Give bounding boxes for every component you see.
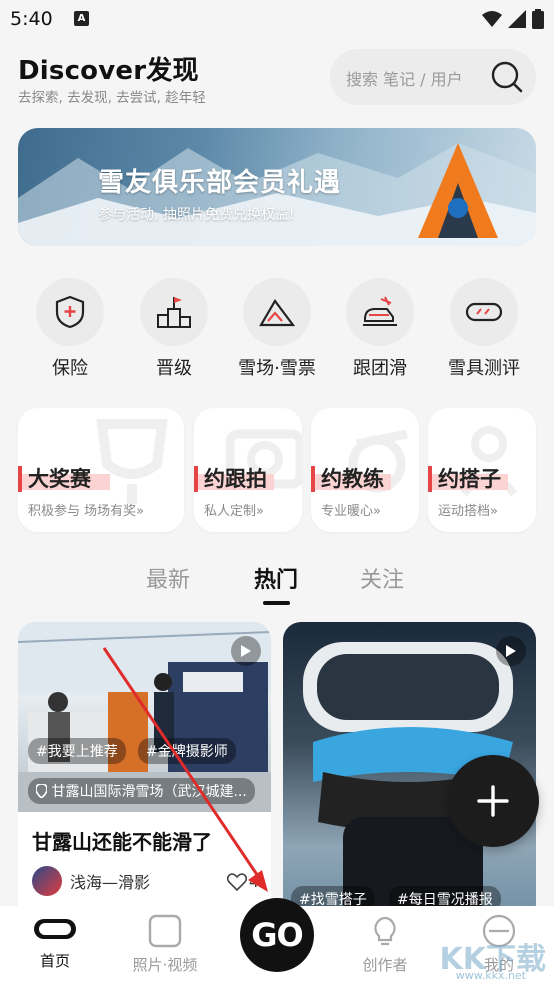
card-subtitle: 专业暖心» <box>321 504 381 519</box>
feature-card-coach[interactable]: 约教练 专业暖心» <box>311 408 419 532</box>
category-label: 雪具测评 <box>448 358 520 379</box>
feature-card-contest[interactable]: 大奖赛 积极参与 场场有奖» <box>18 408 184 532</box>
category-icon-wrap <box>243 278 311 346</box>
banner-subtitle: 参与活动, 抽照片免费兑换权益! <box>98 207 295 223</box>
category-icon-wrap <box>450 278 518 346</box>
category-insurance[interactable]: 保险 <box>18 278 122 380</box>
nav-label: 首页 <box>39 952 70 970</box>
promo-banner[interactable]: 雪友俱乐部会员礼遇 参与活动, 抽照片免费兑换权益! <box>18 128 536 246</box>
page-subtitle: 去探索, 去发现, 去尝试, 趁年轻 <box>18 90 206 106</box>
feature-card-photographer[interactable]: 约跟拍 私人定制» <box>194 408 302 532</box>
location-tag[interactable]: 甘露山国际滑雪场（武汉城建... <box>28 778 255 804</box>
category-label: 保险 <box>52 358 88 379</box>
create-post-button[interactable] <box>447 755 539 847</box>
category-label: 跟团滑 <box>353 358 407 379</box>
mountain-icon <box>259 299 295 327</box>
category-icon-wrap <box>140 278 208 346</box>
card-title: 约搭子 <box>428 466 501 492</box>
status-icons <box>482 9 544 29</box>
category-group-ski[interactable]: 跟团滑 <box>328 278 432 380</box>
feature-card-partner[interactable]: 约搭子 运动搭档» <box>428 408 536 532</box>
category-gear-review[interactable]: 雪具测评 <box>432 278 536 380</box>
wifi-icon <box>482 11 502 27</box>
search-icon[interactable] <box>490 60 524 94</box>
battery-icon <box>532 9 544 29</box>
card-title: 约跟拍 <box>194 466 267 492</box>
plus-icon <box>477 785 509 817</box>
go-button[interactable]: GO <box>240 898 314 972</box>
nav-creator[interactable]: 创作者 <box>330 914 440 975</box>
category-label: 雪场·雪票 <box>238 358 316 379</box>
tab-hot[interactable]: 热门 <box>254 562 298 594</box>
category-levelup[interactable]: 晋级 <box>122 278 226 380</box>
status-bar: 5:40 A <box>0 0 554 40</box>
like-button[interactable]: 4 <box>226 872 259 891</box>
signal-icon <box>508 10 526 28</box>
heart-icon <box>226 872 247 891</box>
page-title: Discover发现 <box>18 56 199 86</box>
nav-label: 创作者 <box>362 956 408 974</box>
status-time: 5:40 <box>10 8 53 30</box>
podium-icon <box>157 297 191 328</box>
goggles-icon <box>465 302 503 322</box>
category-row: 保险 晋级 雪场·雪票 跟团滑 雪具测评 <box>0 278 554 380</box>
photo-square-icon <box>148 914 182 948</box>
category-icon-wrap <box>36 278 104 346</box>
video-play-icon <box>496 636 526 666</box>
category-label: 晋级 <box>156 358 192 379</box>
shield-plus-icon <box>55 295 85 329</box>
location-pin-icon <box>35 783 48 800</box>
nav-photos-videos[interactable]: 照片·视频 <box>110 914 220 975</box>
card-subtitle: 私人定制» <box>204 504 264 519</box>
feed-tag[interactable]: #金牌摄影师 <box>138 738 236 764</box>
nav-home[interactable]: 首页 <box>0 914 110 971</box>
banner-title: 雪友俱乐部会员礼遇 <box>98 168 342 198</box>
feed-title: 甘露山还能不能滑了 <box>32 830 212 854</box>
card-subtitle: 运动搭档» <box>438 504 498 519</box>
search-bar[interactable]: 搜索 笔记 / 用户 <box>330 49 536 105</box>
card-title: 约教练 <box>311 466 384 492</box>
snowmobile-icon <box>363 296 397 326</box>
bulb-icon <box>374 916 396 946</box>
video-play-icon <box>231 636 261 666</box>
category-icon-wrap <box>346 278 414 346</box>
notification-icon: A <box>74 11 89 26</box>
tab-latest[interactable]: 最新 <box>146 562 190 594</box>
goggles-icon <box>34 919 76 939</box>
feed-tag[interactable]: #我要上推荐 <box>28 738 126 764</box>
watermark-url: www.kkx.net <box>455 969 526 982</box>
tab-following[interactable]: 关注 <box>360 562 404 594</box>
feed-card[interactable]: #我要上推荐 #金牌摄影师 甘露山国际滑雪场（武汉城建... 甘露山还能不能滑了… <box>18 622 271 922</box>
author-row[interactable]: 浅海—滑影 <box>32 866 150 896</box>
like-count: 4 <box>248 872 259 891</box>
nav-label: 照片·视频 <box>132 956 198 974</box>
location-label: 甘露山国际滑雪场（武汉城建... <box>51 784 247 800</box>
card-subtitle: 积极参与 场场有奖» <box>28 504 145 519</box>
avatar <box>32 866 62 896</box>
active-tab-indicator <box>263 601 290 605</box>
search-placeholder: 搜索 笔记 / 用户 <box>346 70 463 89</box>
category-resort[interactable]: 雪场·雪票 <box>225 278 329 380</box>
author-name: 浅海—滑影 <box>70 873 151 892</box>
card-title: 大奖赛 <box>18 466 91 492</box>
